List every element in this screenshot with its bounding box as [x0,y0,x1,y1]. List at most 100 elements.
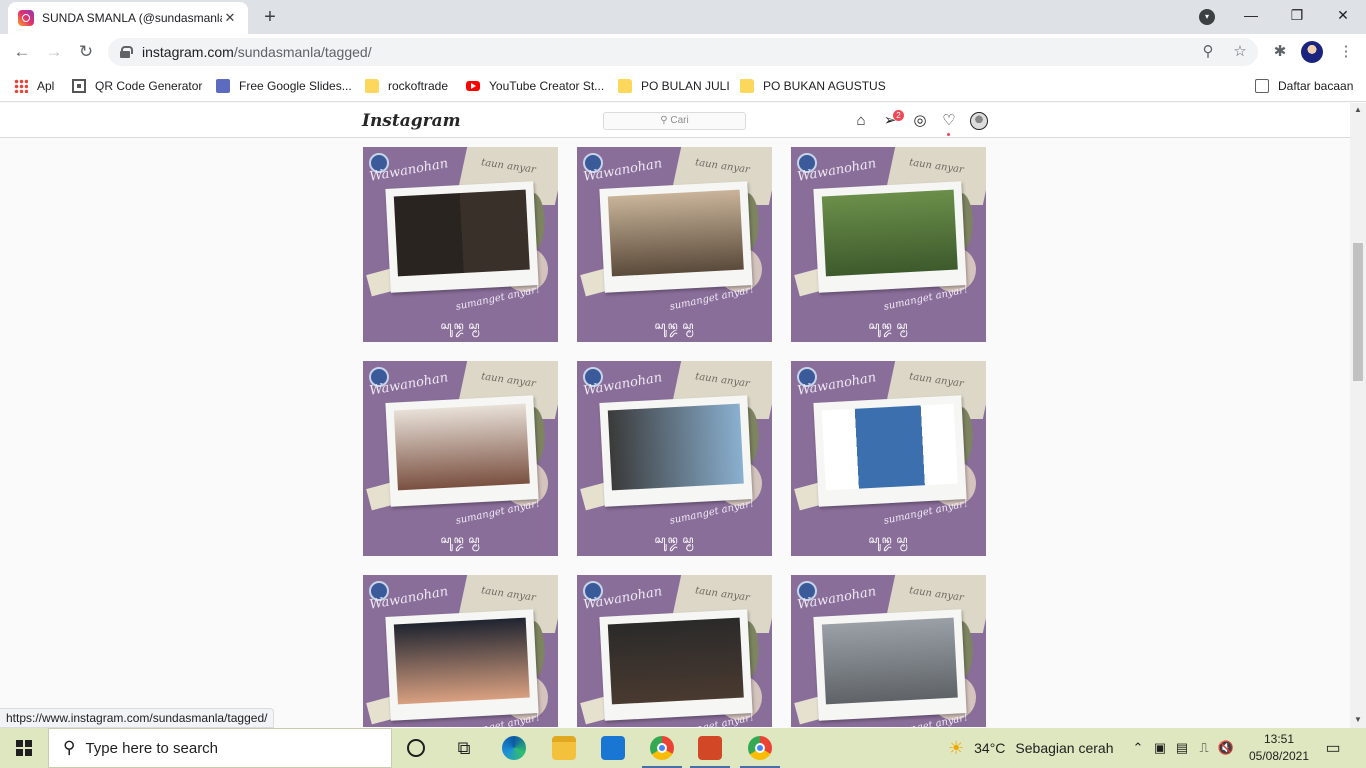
post-tile[interactable]: Wawanohantaun anyarsumanget anyar!ꦱꦸꦤ꧀ꦢ … [791,575,986,727]
post-tile[interactable]: Wawanohantaun anyarsumanget anyar!ꦱꦸꦤ꧀ꦢ … [363,575,558,727]
member-photo [821,189,958,277]
search-icon: ⚲ [660,115,671,126]
bookmark-po-agustus[interactable]: PO BUKAN AGUSTUS [740,76,886,96]
taskbar-clock[interactable]: 13:51 05/08/2021 [1238,731,1320,765]
tab-search-icon[interactable]: ▾ [1199,9,1215,25]
bookmark-star-icon[interactable]: ☆ [1226,38,1254,66]
bookmarks-bar: Apl QR Code Generator Free Google Slides… [0,70,1366,102]
photo-frame [385,609,539,721]
bookmark-youtube[interactable]: YouTube Creator St... [466,76,604,96]
cortana-button[interactable] [392,728,440,768]
photo-frame [813,395,967,507]
scrollbar-thumb[interactable] [1353,243,1363,381]
instagram-logo[interactable]: Instagram [362,111,461,131]
post-tile[interactable]: Wawanohantaun anyarsumanget anyar!ꦱꦸꦤ꧀ꦢ … [577,147,772,342]
member-photo [607,189,744,277]
bookmark-po-juli[interactable]: PO BULAN JULI [618,76,730,96]
notification-center-icon[interactable]: ▭ [1322,728,1344,768]
cortana-circle-icon [407,739,425,757]
window-close-icon[interactable]: ✕ [1320,0,1366,32]
address-bar[interactable]: instagram.com/sundasmanla/tagged/ ⚲ ☆ [108,38,1258,66]
search-icon: ⚲ [63,738,76,757]
apps-icon [14,79,28,93]
post-script-text: ꦱꦸꦤ꧀ꦢ ꦱ꧀ꦩ [654,321,695,332]
reading-list-label: Daftar bacaan [1278,79,1354,93]
post-tile[interactable]: Wawanohantaun anyarsumanget anyar!ꦱꦸꦤ꧀ꦢ … [791,361,986,556]
url-host: instagram.com [142,44,234,60]
network-icon[interactable]: ⎍ [1193,740,1215,756]
post-tile[interactable]: Wawanohantaun anyarsumanget anyar!ꦱꦸꦤ꧀ꦢ … [363,361,558,556]
post-tile[interactable]: Wawanohantaun anyarsumanget anyar!ꦱꦸꦤ꧀ꦢ … [577,575,772,727]
member-photo [821,403,958,491]
profile-avatar[interactable] [1301,41,1323,63]
bookmark-apps[interactable]: Apl [14,76,54,96]
task-view-icon: ⧉ [457,737,471,758]
member-photo [393,189,530,277]
extensions-icon[interactable]: ✱ [1266,38,1294,66]
folder-icon [618,79,632,93]
meet-now-icon[interactable]: ▣ [1149,740,1171,756]
page-scrollbar[interactable]: ▲ ▼ [1350,103,1366,728]
back-arrow-icon[interactable]: ← [8,38,36,66]
instagram-header: Instagram ⚲ Cari ⌂ ➢ 2 ◎ ♡ [0,103,1350,138]
taskbar-mail[interactable] [589,728,637,768]
bookmark-label: QR Code Generator [95,79,203,93]
new-tab-button[interactable]: + [258,6,282,30]
bookmark-label: rockoftrade [388,79,449,93]
browser-tab[interactable]: SUNDA SMANLA (@sundasmanla) ✕ [8,2,248,34]
post-tile[interactable]: Wawanohantaun anyarsumanget anyar!ꦱꦸꦤ꧀ꦢ … [791,147,986,342]
youtube-icon [466,81,480,91]
profile-avatar-icon[interactable] [970,112,988,130]
bookmark-rockoftrade[interactable]: rockoftrade [365,76,448,96]
post-tile[interactable]: Wawanohantaun anyarsumanget anyar!ꦱꦸꦤ꧀ꦢ … [577,361,772,556]
member-photo [607,403,744,491]
folder-icon [552,736,576,760]
display-icon[interactable]: ▤ [1171,740,1193,756]
photo-frame [813,609,967,721]
scroll-down-icon[interactable]: ▼ [1353,715,1363,724]
post-script-text: ꦱꦸꦤ꧀ꦢ ꦱ꧀ꦩ [654,535,695,546]
taskbar-search-placeholder: Type here to search [85,739,219,757]
task-view-button[interactable]: ⧉ [440,728,488,768]
start-button[interactable] [0,728,48,768]
lock-icon[interactable] [120,46,133,58]
explore-compass-icon[interactable]: ◎ [910,111,930,131]
mail-icon [601,736,625,760]
powerpoint-icon [698,736,722,760]
tab-strip: SUNDA SMANLA (@sundasmanla) ✕ + ▾ — ❐ ✕ [0,0,1366,34]
zoom-icon[interactable]: ⚲ [1194,38,1222,66]
menu-kebab-icon[interactable]: ⋮ [1332,38,1360,66]
taskbar-file-explorer[interactable] [540,728,588,768]
volume-muted-icon[interactable]: 🔇 [1215,740,1237,756]
activity-dot [947,133,950,136]
taskbar-chrome-1[interactable] [638,728,686,768]
taskbar-search-box[interactable]: ⚲ Type here to search [48,728,392,768]
bookmark-qr[interactable]: QR Code Generator [72,76,202,96]
clock-date: 05/08/2021 [1248,749,1310,763]
temperature: 34°C [974,740,1006,756]
post-script-text: ꦱꦸꦤ꧀ꦢ ꦱ꧀ꦩ [440,321,481,332]
tab-close-icon[interactable]: ✕ [222,10,238,26]
taskbar-chrome-2[interactable] [736,728,784,768]
chevron-up-icon[interactable]: ⌃ [1127,740,1149,756]
windows-logo-icon [16,740,32,756]
heart-icon[interactable]: ♡ [939,111,959,131]
reload-icon[interactable]: ↻ [72,38,100,66]
system-tray: ⌃ ▣ ▤ ⎍ 🔇 [1127,728,1237,768]
photo-frame [599,181,753,293]
folder-icon [740,79,754,93]
taskbar-powerpoint[interactable] [686,728,734,768]
scroll-up-icon[interactable]: ▲ [1353,105,1363,114]
url-path: /sundasmanla/tagged/ [233,44,372,60]
taskbar-edge[interactable] [490,728,538,768]
home-icon[interactable]: ⌂ [851,111,871,131]
restore-icon[interactable]: ❐ [1274,0,1320,32]
reading-list[interactable]: Daftar bacaan [1255,76,1353,96]
minimize-icon[interactable]: — [1228,0,1274,32]
instagram-search-input[interactable]: ⚲ Cari [603,112,746,130]
forward-arrow-icon[interactable]: → [40,38,68,66]
post-tile[interactable]: Wawanohantaun anyarsumanget anyar!ꦱꦸꦤ꧀ꦢ … [363,147,558,342]
bookmark-slides[interactable]: Free Google Slides... [216,76,352,96]
weather-text: Sebagian cerah [1015,740,1114,756]
weather-widget[interactable]: ☀ 34°C Sebagian cerah [948,728,1114,768]
